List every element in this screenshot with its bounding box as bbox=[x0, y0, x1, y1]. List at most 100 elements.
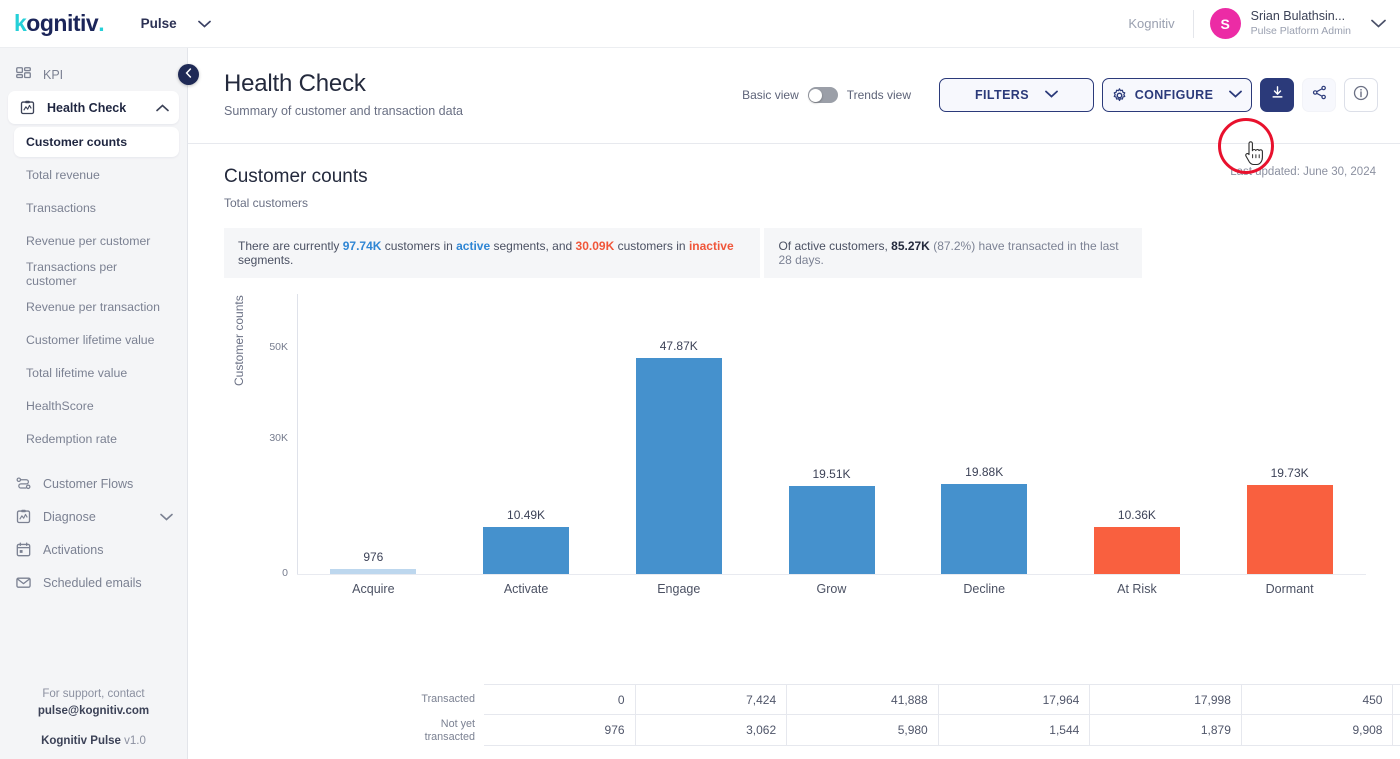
brand-logo-dot: . bbox=[98, 10, 105, 36]
note-value-inactive-label: inactive bbox=[688, 239, 734, 253]
sidebar-item-activations[interactable]: Activations bbox=[0, 533, 187, 566]
table-cell: 5,980 bbox=[787, 715, 939, 746]
brand-logo[interactable]: k ognitiv. bbox=[14, 12, 105, 35]
avatar: S bbox=[1209, 8, 1241, 39]
envelope-icon bbox=[14, 573, 33, 592]
user-info: Srian Bulathsin... Pulse Platform Admin bbox=[1251, 9, 1351, 38]
info-button[interactable] bbox=[1344, 78, 1378, 112]
sidebar-item-scheduled-emails[interactable]: Scheduled emails bbox=[0, 566, 187, 599]
sidebar-item-label: Activations bbox=[43, 542, 104, 557]
table-cell: 3,062 bbox=[635, 715, 788, 746]
header-toolbar: Basic view Trends view FILTERS CONFIGURE bbox=[742, 78, 1378, 112]
sidebar-subitem-label: Revenue per transaction bbox=[26, 300, 160, 314]
sidebar-item-transactions-per-customer[interactable]: Transactions per customer bbox=[14, 259, 179, 289]
bar-rect bbox=[1093, 527, 1180, 574]
sidebar-item-revenue-per-transaction[interactable]: Revenue per transaction bbox=[14, 292, 179, 322]
chart-x-label: Grow bbox=[816, 582, 847, 596]
chevron-left-icon bbox=[185, 68, 192, 81]
table-row: Transacted 07,42441,88817,96417,99845068 bbox=[413, 684, 1400, 715]
toggle-label-basic: Basic view bbox=[742, 88, 799, 102]
sidebar-item-label: KPI bbox=[43, 67, 64, 82]
chart-bar-decline[interactable]: 19.88K bbox=[941, 465, 1028, 574]
chart-bar-activate[interactable]: 10.49K bbox=[483, 508, 570, 574]
note-text-4: customers in bbox=[614, 239, 689, 253]
configure-button[interactable]: CONFIGURE bbox=[1102, 78, 1252, 112]
note-value-active-count: 97.74K bbox=[342, 239, 382, 253]
table-cell: 9,908 bbox=[1241, 715, 1394, 746]
user-name: Srian Bulathsin... bbox=[1250, 9, 1346, 24]
sidebar-subitem-label: Customer counts bbox=[26, 135, 128, 149]
sidebar-item-label: Diagnose bbox=[43, 509, 96, 524]
sidebar-item-customer-flows[interactable]: Customer Flows bbox=[0, 467, 187, 500]
chart-bar-at-risk[interactable]: 10.36K bbox=[1093, 508, 1180, 574]
sidebar-item-total-revenue[interactable]: Total revenue bbox=[14, 160, 179, 190]
table-cell: 17,998 bbox=[1090, 684, 1242, 715]
download-button[interactable] bbox=[1260, 78, 1294, 112]
chart-y-axis-title: Customer counts bbox=[232, 295, 246, 386]
sidebar-subitem-label: Customer lifetime value bbox=[26, 333, 155, 347]
mouse-cursor bbox=[1243, 140, 1265, 173]
toggle-label-trends: Trends view bbox=[846, 88, 911, 102]
filters-button[interactable]: FILTERS bbox=[939, 78, 1094, 112]
chevron-down-icon bbox=[198, 16, 212, 31]
table-cell: 1,544 bbox=[938, 715, 1091, 746]
sidebar-subitem-label: Total lifetime value bbox=[26, 366, 128, 380]
chart-x-label: Activate bbox=[503, 582, 549, 596]
product-switcher-label: Pulse bbox=[140, 16, 177, 31]
sidebar-collapse-button[interactable] bbox=[178, 64, 199, 85]
sidebar-subitem-label: Transactions per customer bbox=[26, 260, 118, 288]
sidebar-item-kpi[interactable]: KPI bbox=[0, 58, 187, 91]
bar-value-label: 10.49K bbox=[507, 507, 546, 522]
sidebar-item-total-lifetime-value[interactable]: Total lifetime value bbox=[14, 358, 179, 388]
view-toggle[interactable] bbox=[807, 87, 838, 103]
download-icon bbox=[1270, 85, 1285, 105]
section-title: Customer counts bbox=[224, 166, 368, 187]
sidebar-item-redemption-rate[interactable]: Redemption rate bbox=[14, 424, 179, 454]
user-role: Pulse Platform Admin bbox=[1250, 24, 1351, 37]
bar-value-label: 976 bbox=[363, 550, 384, 564]
table-cell: 7,424 bbox=[635, 684, 788, 715]
top-bar: k ognitiv. Pulse Kognitiv S Srian Bulaths… bbox=[0, 0, 1400, 48]
sidebar-subitem-label: HealthScore bbox=[26, 399, 94, 413]
chart-bar-engage[interactable]: 47.87K bbox=[635, 339, 722, 574]
chart-y-tick-1: 30K bbox=[269, 431, 288, 444]
sidebar-item-health-check[interactable]: Health Check bbox=[8, 91, 179, 124]
chart-bar-grow[interactable]: 19.51K bbox=[788, 467, 875, 574]
support-email[interactable]: pulse@kognitiv.com bbox=[0, 703, 187, 721]
chart-bar-dormant[interactable]: 19.73K bbox=[1246, 466, 1333, 574]
chart-y-tick-2: 50K bbox=[269, 341, 288, 354]
support-line: For support, contact bbox=[42, 687, 145, 700]
note-text-2: customers in bbox=[381, 239, 457, 253]
bar-rect bbox=[1246, 484, 1333, 574]
table-row-label: Transacted bbox=[421, 693, 475, 706]
info-icon bbox=[1353, 85, 1369, 106]
note2-text-1: Of active customers, bbox=[778, 239, 892, 253]
user-menu[interactable]: S Srian Bulathsin... Pulse Platform Admi… bbox=[1194, 0, 1400, 48]
sidebar-item-healthscore[interactable]: HealthScore bbox=[14, 391, 179, 421]
summary-note-transacted: Of active customers, 85.27K (87.2%) have… bbox=[764, 228, 1143, 278]
table-cell: 68 bbox=[1393, 684, 1400, 715]
product-version-number: v1.0 bbox=[124, 735, 146, 748]
organization-name: Kognitiv bbox=[1128, 16, 1175, 31]
chart-x-label: Decline bbox=[963, 582, 1006, 596]
product-switcher[interactable]: Pulse bbox=[141, 16, 212, 31]
table-cell: 0 bbox=[484, 684, 636, 715]
sidebar-item-customer-counts[interactable]: Customer counts bbox=[14, 127, 179, 157]
share-button[interactable] bbox=[1302, 78, 1336, 112]
bar-rect bbox=[788, 485, 875, 574]
table-cell: 41,888 bbox=[787, 684, 939, 715]
bar-value-label: 47.87K bbox=[659, 338, 698, 353]
chart-x-axis-line bbox=[297, 574, 1366, 575]
sidebar-item-revenue-per-customer[interactable]: Revenue per customer bbox=[14, 226, 179, 256]
sidebar-footer: For support, contact pulse@kognitiv.com … bbox=[0, 686, 187, 751]
share-icon bbox=[1312, 85, 1327, 105]
sidebar-item-diagnose[interactable]: Diagnose bbox=[0, 500, 187, 533]
customer-counts-chart: Customer counts 0 30K 50K 976 10.49K 47.87… bbox=[224, 294, 1374, 614]
chart-bar-acquire[interactable]: 976 bbox=[330, 550, 417, 574]
bar-value-label: 19.88K bbox=[965, 465, 1004, 480]
brand-logo-text: ognitiv bbox=[26, 10, 99, 36]
sidebar-item-transactions[interactable]: Transactions bbox=[14, 193, 179, 223]
view-toggle-group[interactable]: Basic view Trends view bbox=[742, 87, 911, 103]
sidebar-item-customer-lifetime-value[interactable]: Customer lifetime value bbox=[14, 325, 179, 355]
